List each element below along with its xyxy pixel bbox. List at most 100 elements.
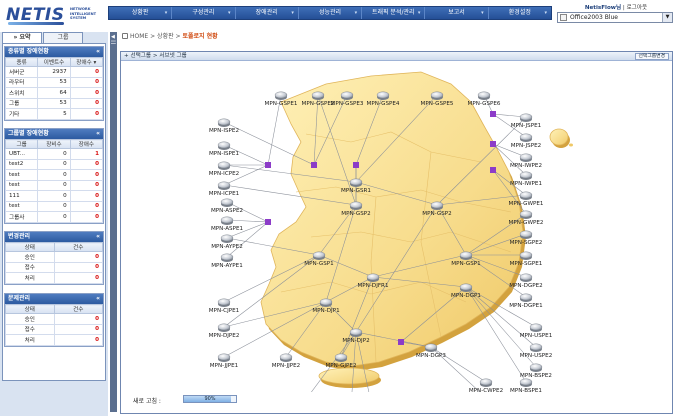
router-node[interactable]: MPN-IWPE2	[510, 153, 542, 169]
table-row[interactable]: 승인 0	[5, 313, 103, 325]
router-icon	[479, 378, 493, 386]
breadcrumb-home[interactable]: HOME	[130, 33, 148, 40]
node-label: MPN-GSPE4	[367, 101, 400, 107]
router-node[interactable]: MPN-USPE2	[520, 343, 553, 359]
menu-fault[interactable]: 장애관리 ▾	[236, 7, 299, 19]
collapse-icon[interactable]: «	[96, 47, 100, 57]
router-node[interactable]: MPN-ASPE2	[211, 198, 243, 214]
node-label: MPN-DJP1	[312, 308, 340, 314]
table-row[interactable]: 기타 5 0	[4, 108, 104, 120]
router-node[interactable]: MPN-CJPE1	[209, 298, 240, 314]
router-node[interactable]: MPN-AYPE1	[211, 253, 243, 269]
table-row[interactable]: UBT... 0 1	[4, 148, 104, 160]
node-label: MPN-DJP2	[342, 338, 369, 344]
theme-select[interactable]: Office2003 Blue ▼	[557, 12, 673, 23]
table-row[interactable]: 처리 0	[5, 334, 103, 346]
column-header[interactable]: 장애수	[69, 139, 104, 149]
router-node[interactable]: MPN-DGPE1	[509, 293, 543, 309]
column-header[interactable]: 장비수	[37, 139, 71, 149]
hub-square[interactable]	[398, 339, 404, 345]
router-node[interactable]: MPN-ASPE1	[211, 216, 244, 232]
column-header[interactable]: 그룹	[4, 139, 39, 149]
router-node[interactable]: MPN-BSPE1	[510, 378, 542, 392]
table-row[interactable]: 라우터 53 0	[4, 76, 104, 88]
menu-settings[interactable]: 환경설정 ▾	[489, 7, 551, 19]
hub-square[interactable]	[265, 162, 271, 168]
column-header[interactable]: 이벤트수	[37, 57, 71, 67]
node-label: MPN-USPE2	[520, 353, 553, 359]
column-header[interactable]: 상태	[5, 304, 55, 314]
table-row[interactable]: 접수 0	[5, 261, 103, 273]
router-node[interactable]: MPN-ICPE2	[209, 161, 239, 177]
hub-square[interactable]	[490, 167, 496, 173]
router-icon	[217, 161, 231, 169]
router-node[interactable]: MPN-ISPE1	[209, 141, 240, 157]
router-node[interactable]: MPN-JJPE1	[210, 353, 239, 369]
router-icon	[519, 153, 533, 161]
chevron-down-icon[interactable]: ▼	[662, 13, 672, 22]
menu-dashboard[interactable]: 상황판 ▾	[109, 7, 173, 19]
tab-group[interactable]: 그룹	[43, 32, 83, 43]
netis-logo[interactable]: NETIS NETWORK INTELLIGENT SYSTEM	[6, 4, 106, 26]
sidebar-collapse-bar[interactable]: ◀ ║║	[110, 32, 117, 412]
node-label: MPN-ASPE2	[211, 208, 243, 214]
node-label: MPN-DGPE1	[509, 303, 543, 309]
column-header[interactable]: 장애수 ▾	[69, 57, 104, 67]
change-group-button[interactable]: 선택그룹변경	[634, 53, 669, 60]
router-node[interactable]: MPN-JSPE2	[511, 133, 541, 149]
hub-square[interactable]	[490, 141, 496, 147]
fault-by-type-table: 종류 이벤트수 장애수 ▾ 서버군 2937 0 라우터 53 0 스위치 64 0 그룹 5…	[4, 57, 104, 120]
table-row[interactable]: 111 0 0	[4, 190, 104, 202]
menu-performance[interactable]: 성능관리 ▾	[299, 7, 363, 19]
table-row[interactable]: test 0 0	[4, 169, 104, 181]
node-label: MPN-SGPE1	[510, 261, 543, 267]
hub-square[interactable]	[490, 111, 496, 117]
menu-configuration[interactable]: 구성관리 ▾	[172, 7, 236, 19]
column-header[interactable]: 상태	[5, 242, 55, 252]
node-label: MPN-GSPE3	[331, 101, 364, 107]
collapse-icon[interactable]: «	[96, 232, 100, 242]
router-node[interactable]: MPN-JJPE2	[272, 353, 300, 369]
table-row[interactable]: test 0 0	[4, 179, 104, 191]
column-header[interactable]: 건수	[53, 304, 103, 314]
router-node[interactable]: MPN-ISPE2	[209, 118, 239, 134]
table-row[interactable]: test 0 0	[4, 200, 104, 212]
header: NETIS NETWORK INTELLIGENT SYSTEM 상황판 ▾ 구성관리…	[0, 0, 676, 30]
table-row[interactable]: 그룹사 0 0	[4, 211, 104, 223]
table-row[interactable]: 서버군 2937 0	[4, 66, 104, 78]
column-header[interactable]: 종류	[4, 57, 39, 67]
node-label: MPN-JJPE2	[272, 363, 300, 369]
table-row[interactable]: 접수 0	[5, 323, 103, 335]
router-node[interactable]: MPN-ICPE1	[209, 181, 240, 197]
table-row[interactable]: test2 0 0	[4, 158, 104, 170]
menu-report[interactable]: 보고서 ▾	[425, 7, 489, 19]
logout-link[interactable]: 로그아웃	[627, 5, 648, 11]
home-icon[interactable]	[122, 33, 128, 39]
tab-summary[interactable]: » 요약	[2, 32, 42, 43]
node-label: MPN-SGPE2	[510, 240, 543, 246]
router-node[interactable]: MPN-AYPE2	[211, 234, 243, 250]
hub-square[interactable]	[353, 162, 359, 168]
theme-checkbox[interactable]	[560, 14, 567, 21]
table-row[interactable]: 그룹 53 0	[4, 97, 104, 109]
router-node[interactable]: MPN-DJPE2	[209, 323, 240, 339]
node-label: MPN-ICPE2	[209, 171, 239, 177]
table-row[interactable]: 스위치 64 0	[4, 87, 104, 99]
breadcrumb-level1[interactable]: 상황판	[157, 33, 174, 40]
router-node[interactable]: MPN-GSPE6	[468, 91, 501, 107]
table-row[interactable]: 승인 0	[5, 251, 103, 263]
column-header[interactable]: 건수	[53, 242, 103, 252]
router-icon	[459, 251, 473, 259]
menu-traffic[interactable]: 트래픽 분석/관리 ▾	[362, 7, 426, 19]
hub-square[interactable]	[265, 219, 271, 225]
router-icon	[217, 353, 231, 361]
hub-square[interactable]	[311, 162, 317, 168]
collapse-icon[interactable]: «	[96, 294, 100, 304]
user-name: NetisFlow님	[584, 5, 622, 11]
router-node[interactable]: MPN-IWPE1	[510, 171, 542, 187]
table-row[interactable]: 처리 0	[5, 272, 103, 284]
router-node[interactable]: MPN-BSPE2	[520, 363, 552, 379]
collapse-icon[interactable]: «	[96, 129, 100, 139]
router-node[interactable]: MPN-USPE1	[520, 323, 553, 339]
router-node[interactable]: MPN-CWPE2	[469, 378, 503, 392]
